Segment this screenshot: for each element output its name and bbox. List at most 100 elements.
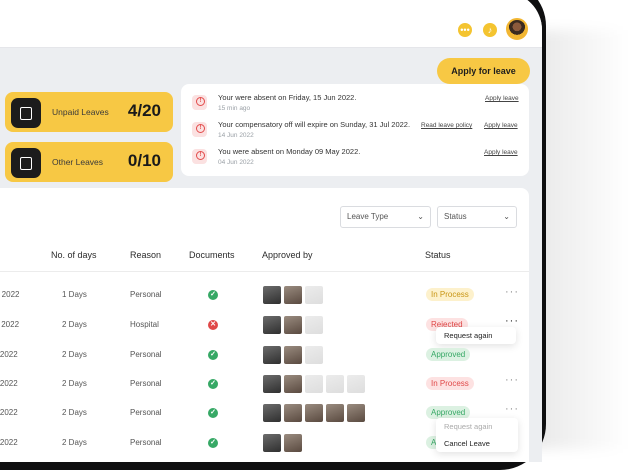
reason-cell: Personal xyxy=(130,350,162,359)
apply-leave-link[interactable]: Apply leave xyxy=(484,122,518,129)
briefcase-icon xyxy=(11,148,41,178)
notification-time: 04 Jun 2022 xyxy=(218,159,254,166)
status-badge: Approved xyxy=(426,348,471,361)
approver-photo xyxy=(263,434,281,452)
approver-photo xyxy=(305,316,323,334)
reason-cell: Personal xyxy=(130,438,162,447)
column-header-days: No. of days xyxy=(51,250,97,260)
reason-cell: Personal xyxy=(130,290,162,299)
approver-photo xyxy=(263,346,281,364)
column-header-documents: Documents xyxy=(189,250,235,260)
date-cell: r 2022 xyxy=(0,379,18,388)
bell-icon[interactable]: ♪ xyxy=(483,23,497,37)
more-icon[interactable]: ··· xyxy=(505,403,519,415)
card-value: 4/20 xyxy=(127,101,161,120)
card-label: Other Leaves xyxy=(52,157,104,167)
approver-photo xyxy=(263,316,281,334)
other-leaves-card: Other Leaves 0/10 xyxy=(5,142,173,182)
notification-item: Your were absent on Friday, 15 Jun 2022.… xyxy=(181,91,529,117)
app-screen: ••• ♪ Apply for leave Unpaid Leaves 4/20… xyxy=(0,0,542,462)
column-header-status: Status xyxy=(425,250,451,260)
notification-text: Your were absent on Friday, 15 Jun 2022. xyxy=(218,93,357,102)
card-value: 0/10 xyxy=(127,151,161,170)
days-cell: 2 Days xyxy=(62,379,87,388)
check-icon: ✓ xyxy=(208,350,218,360)
more-icon[interactable]: ··· xyxy=(505,315,519,327)
leave-type-select[interactable]: Leave Type ⌄ xyxy=(340,206,431,228)
chat-icon[interactable]: ••• xyxy=(458,23,472,37)
notifications-panel: Your were absent on Friday, 15 Jun 2022.… xyxy=(181,84,529,176)
date-cell: v 2022 xyxy=(0,320,20,329)
approver-photo xyxy=(284,316,302,334)
reason-cell: Hospital xyxy=(130,320,159,329)
notification-text: You were absent on Monday 09 May 2022. xyxy=(218,147,361,156)
days-cell: 2 Days xyxy=(62,320,87,329)
approver-photo xyxy=(305,375,323,393)
approver-photo xyxy=(284,434,302,452)
card-label: Unpaid Leaves xyxy=(52,107,109,117)
alert-icon xyxy=(192,95,207,110)
column-header-approved-by: Approved by xyxy=(262,250,313,260)
check-icon: ✓ xyxy=(208,290,218,300)
row-action-menu: Request again Cancel Leave xyxy=(436,418,518,452)
status-select[interactable]: Status ⌄ xyxy=(437,206,517,228)
notification-time: 15 min ago xyxy=(218,105,251,112)
read-leave-policy-link[interactable]: Read leave policy xyxy=(421,122,472,129)
approver-photo xyxy=(284,375,302,393)
calculator-icon xyxy=(11,98,41,128)
row-action-menu: Request again xyxy=(436,327,516,344)
notification-item: You were absent on Monday 09 May 2022. 0… xyxy=(181,145,529,171)
notification-time: 14 Jun 2022 xyxy=(218,132,254,139)
approver-photo xyxy=(347,375,365,393)
notification-text: Your compensatory off will expire on Sun… xyxy=(218,120,411,129)
approver-photo xyxy=(263,404,281,422)
reason-cell: Personal xyxy=(130,379,162,388)
chevron-down-icon: ⌄ xyxy=(503,212,510,221)
approver-photo xyxy=(347,404,365,422)
days-cell: 2 Days xyxy=(62,438,87,447)
days-cell: 2 Days xyxy=(62,350,87,359)
cancel-leave-item[interactable]: Cancel Leave xyxy=(436,435,518,452)
top-bar: ••• ♪ xyxy=(0,0,542,48)
unpaid-leaves-card: Unpaid Leaves 4/20 xyxy=(5,92,173,132)
reason-cell: Personal xyxy=(130,408,162,417)
cross-icon: ✕ xyxy=(208,320,218,330)
approver-photo xyxy=(326,404,344,422)
check-icon: ✓ xyxy=(208,379,218,389)
status-badge: In Process xyxy=(426,377,474,390)
approver-photo xyxy=(263,375,281,393)
notification-item: Your compensatory off will expire on Sun… xyxy=(181,118,529,144)
request-again-item[interactable]: Request again xyxy=(436,327,516,344)
status-badge: In Process xyxy=(426,288,474,301)
approver-photo xyxy=(305,404,323,422)
select-value: Leave Type xyxy=(347,212,389,221)
chevron-down-icon: ⌄ xyxy=(417,212,424,221)
days-cell: 1 Days xyxy=(62,290,87,299)
alert-icon xyxy=(192,149,207,164)
days-cell: 2 Days xyxy=(62,408,87,417)
approver-photo xyxy=(284,286,302,304)
check-icon: ✓ xyxy=(208,408,218,418)
date-cell: r 2022 xyxy=(0,438,18,447)
approver-photo xyxy=(305,286,323,304)
check-icon: ✓ xyxy=(208,438,218,448)
approver-photo xyxy=(326,375,344,393)
approver-photo xyxy=(284,404,302,422)
header-divider xyxy=(0,271,529,272)
request-again-item[interactable]: Request again xyxy=(436,418,518,435)
apply-leave-link[interactable]: Apply leave xyxy=(484,149,518,156)
approver-photo xyxy=(263,286,281,304)
date-cell: r 2022 xyxy=(0,350,18,359)
select-value: Status xyxy=(444,212,467,221)
more-icon[interactable]: ··· xyxy=(505,374,519,386)
date-cell: e 2022 xyxy=(0,290,20,299)
approver-photo xyxy=(305,346,323,364)
date-cell: r 2022 xyxy=(0,408,18,417)
more-icon[interactable]: ··· xyxy=(505,286,519,298)
apply-leave-button[interactable]: Apply for leave xyxy=(437,58,530,84)
approver-photo xyxy=(284,346,302,364)
column-header-reason: Reason xyxy=(130,250,162,260)
avatar[interactable] xyxy=(506,18,528,40)
apply-leave-link[interactable]: Apply leave xyxy=(485,95,519,102)
alert-icon xyxy=(192,122,207,137)
